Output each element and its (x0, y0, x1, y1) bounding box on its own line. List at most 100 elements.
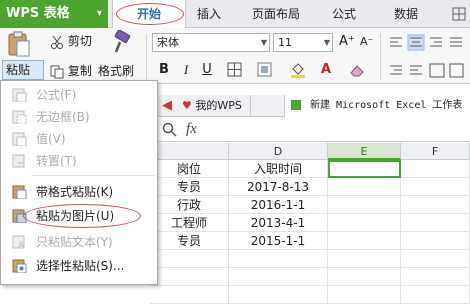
tab-more[interactable] (452, 0, 470, 28)
menu-item-paste-no-border[interactable]: 无边框(B) (2, 106, 157, 128)
wps-app-menu-button[interactable]: WPS 表格 ▾ (0, 0, 108, 28)
table-cell[interactable]: 2017-8-13 (229, 178, 328, 196)
alignment-group (388, 34, 464, 52)
table-cell[interactable] (401, 160, 470, 178)
table-cell[interactable] (401, 250, 470, 268)
paste-icon-button[interactable] (6, 30, 36, 58)
table-cell[interactable]: 2015-1-1 (229, 232, 328, 250)
menu-item-paste-text-only[interactable]: A 只粘贴文本(Y) (2, 231, 157, 253)
selected-cell[interactable] (328, 160, 401, 178)
paint-bucket-icon (291, 63, 305, 78)
menu-item-paste-transpose[interactable]: 转置(T) (2, 150, 157, 172)
menu-item-label: 无边框(B) (36, 110, 90, 124)
italic-label: I (183, 62, 189, 77)
border-button[interactable] (222, 61, 248, 79)
paste-button[interactable]: 粘贴 (2, 60, 44, 80)
table-cell[interactable] (328, 250, 401, 268)
chevron-left-icon[interactable]: ◀ (162, 95, 176, 117)
format-painter-icon-button[interactable] (110, 29, 134, 56)
menu-separator (31, 175, 155, 176)
table-cell[interactable]: 2013-4-1 (229, 214, 328, 232)
table-cell[interactable]: 专员 (150, 178, 229, 196)
cut-button[interactable]: 剪切 (50, 32, 92, 49)
table-cell[interactable]: 行政 (150, 196, 229, 214)
table-cell[interactable]: 工程师 (150, 214, 229, 232)
app-title: WPS 表格 (6, 6, 70, 21)
font-size-select[interactable]: 11 ▼ (273, 33, 333, 52)
table-cell[interactable] (229, 268, 328, 286)
fill-color-button[interactable] (285, 61, 311, 79)
table-cell[interactable] (328, 178, 401, 196)
insert-function-button[interactable]: fx (186, 121, 197, 138)
grid-icon (452, 7, 466, 21)
cut-label: 剪切 (67, 34, 92, 48)
table-cell[interactable] (401, 286, 470, 304)
column-header-label: D (273, 145, 283, 158)
tab-formula[interactable]: 公式 (332, 0, 356, 28)
zoom-icon[interactable] (162, 122, 178, 141)
bold-button[interactable]: B (156, 61, 172, 79)
menu-item-paste-values[interactable]: 值(V) (2, 128, 157, 150)
spreadsheet-file-icon (291, 100, 301, 110)
font-name-select[interactable]: 宋体 ▼ (152, 33, 270, 52)
table-cell[interactable] (328, 268, 401, 286)
menu-item-label: 公式(F) (36, 88, 77, 102)
table-cell[interactable] (401, 268, 470, 286)
eraser-button[interactable] (346, 61, 368, 79)
doc-tab-workbook[interactable]: 新建 Microsoft Excel 工作表 (284, 95, 470, 117)
table-cell[interactable] (401, 196, 470, 214)
column-header-e[interactable]: E (328, 143, 401, 160)
shrink-font-label: A⁻ (360, 35, 374, 48)
shrink-font-button[interactable]: A⁻ (360, 35, 373, 48)
grow-font-label: A⁺ (339, 34, 355, 49)
tab-insert[interactable]: 插入 (197, 0, 221, 28)
tab-formula-label: 公式 (332, 7, 357, 21)
table-cell[interactable] (328, 196, 401, 214)
cell-style-button[interactable] (252, 61, 278, 79)
tab-home[interactable]: 开始 (112, 0, 186, 29)
copy-button[interactable]: 复制 (50, 62, 92, 79)
formula-input[interactable] (210, 121, 468, 139)
table-cell[interactable] (229, 250, 328, 268)
menu-item-paste-with-format[interactable]: 带格式粘贴(K) (2, 181, 157, 203)
table-cell[interactable] (328, 286, 401, 304)
tab-data[interactable]: 数据 (394, 0, 418, 28)
paste-text-only-icon: A (12, 235, 25, 249)
wps-logo-icon: ♥ (182, 99, 192, 112)
table-cell[interactable] (150, 250, 229, 268)
table-cell[interactable] (401, 214, 470, 232)
underline-button[interactable]: U (199, 61, 215, 79)
menu-item-paste-formula[interactable]: 公式(F) (2, 84, 157, 106)
format-painter-button[interactable]: 格式刷 (98, 62, 134, 79)
column-header-f[interactable]: F (401, 143, 470, 160)
menu-item-paste-special[interactable]: 选择性粘贴(S)... (2, 255, 157, 277)
tab-page-layout[interactable]: 页面布局 (252, 0, 300, 28)
grow-font-button[interactable]: A⁺ (339, 34, 355, 49)
column-header-c[interactable] (150, 143, 229, 160)
scissors-icon (51, 35, 63, 49)
column-header-label: E (360, 145, 368, 158)
table-cell[interactable]: 2016-1-1 (229, 196, 328, 214)
table-cell[interactable] (150, 286, 229, 304)
paste-with-format-icon (12, 185, 27, 199)
format-painter-icon (114, 29, 131, 53)
table-cell[interactable]: 岗位 (150, 160, 229, 178)
table-cell[interactable] (150, 268, 229, 286)
table-cell[interactable] (229, 286, 328, 304)
table-cell[interactable] (328, 214, 401, 232)
table-cell[interactable] (401, 232, 470, 250)
font-color-button[interactable]: A (315, 61, 337, 79)
table-cell[interactable]: 入职时间 (229, 160, 328, 178)
table-cell[interactable]: 专员 (150, 232, 229, 250)
chevron-down-icon: ▾ (96, 8, 102, 19)
doc-tab-my-wps[interactable]: ♥ 我的WPS (178, 95, 251, 117)
menu-item-paste-as-picture[interactable]: 粘贴为图片(U) (2, 205, 157, 227)
copy-label: 复制 (67, 64, 92, 78)
indent-icons (390, 63, 464, 78)
column-header-d[interactable]: D (229, 143, 328, 160)
indent-group (388, 62, 464, 80)
italic-button[interactable]: I (178, 61, 194, 79)
copy-icon (50, 65, 64, 78)
table-cell[interactable] (401, 178, 470, 196)
table-cell[interactable] (328, 232, 401, 250)
